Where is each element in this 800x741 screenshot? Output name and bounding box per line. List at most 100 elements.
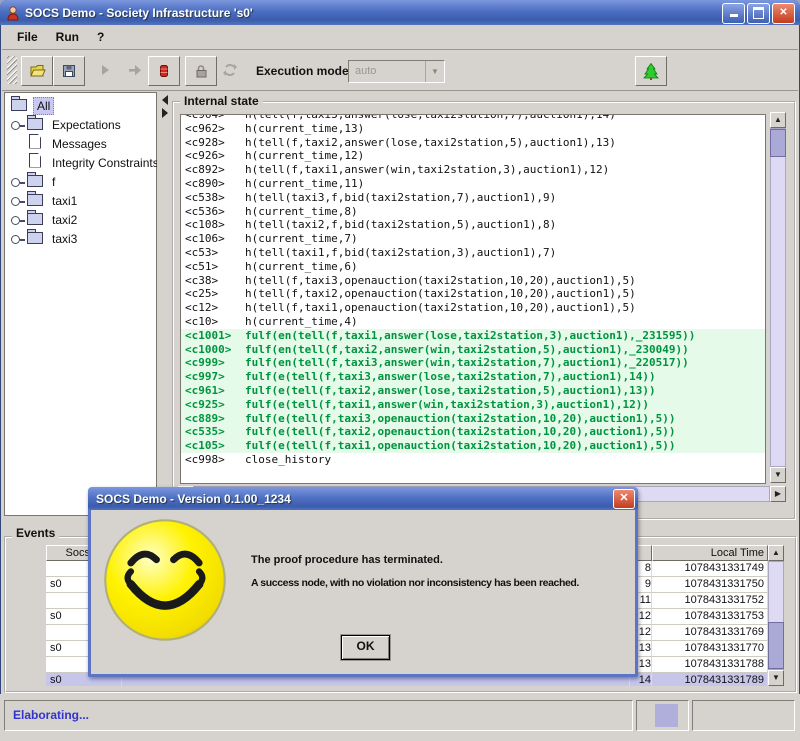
constraint-text: h(tell(f,taxi1,answer(win,taxi2station,3…	[245, 163, 609, 177]
tree-view-button[interactable]	[635, 56, 667, 86]
step-forward-icon	[127, 62, 143, 78]
tree-item[interactable]: Messages	[5, 134, 156, 153]
close-button[interactable]: ✕	[772, 3, 795, 24]
internal-state-line: <c997> fulf(e(tell(f,taxi3,answer(lose,t…	[181, 370, 765, 384]
constraint-text: fulf(e(tell(f,taxi2,openauction(taxi2sta…	[245, 425, 675, 439]
execution-mode-value: auto	[349, 61, 425, 82]
cell-localtime: 1078431331769	[652, 625, 768, 641]
internal-state-line: <c925> fulf(e(tell(f,taxi1,answer(win,ta…	[181, 398, 765, 412]
tree-expand-handle-icon[interactable]	[9, 156, 27, 170]
tree-item-label: taxi2	[49, 212, 80, 228]
tree-node-icon	[27, 156, 44, 170]
events-scroll-thumb[interactable]	[768, 622, 784, 669]
menu-item[interactable]: Run	[47, 28, 88, 46]
tree-item[interactable]: Integrity Constraints	[5, 153, 156, 172]
split-divider[interactable]	[157, 92, 172, 516]
column-header-localtime[interactable]: Local Time	[652, 545, 768, 561]
internal-state-line: <c12> h(tell(f,taxi1,openauction(taxi2st…	[181, 301, 765, 315]
step-button[interactable]	[120, 56, 150, 84]
dialog: SOCS Demo - Version 0.1.00_1234 ✕	[88, 487, 638, 677]
minimize-button[interactable]	[722, 3, 745, 24]
constraint-text: h(tell(f,taxi1,openauction(taxi2station,…	[245, 301, 636, 315]
internal-state-title: Internal state	[180, 94, 263, 108]
scroll-right-button[interactable]: ▶	[770, 486, 786, 502]
constraint-id: <c106>	[181, 232, 245, 246]
tree-expand-handle-icon[interactable]	[9, 118, 27, 132]
constraint-text: h(current_time,11)	[245, 177, 364, 191]
internal-state-line: <c106> h(current_time,7)	[181, 232, 765, 246]
refresh-icon	[222, 62, 238, 78]
constraint-id: <c10>	[181, 315, 245, 329]
events-scroll-up-button[interactable]: ▲	[768, 545, 784, 561]
internal-state-textarea[interactable]: <c964> h(tell(f,taxi3,answer(lose,taxi2s…	[180, 114, 766, 484]
tree-item-label: Integrity Constraints	[49, 155, 162, 171]
play-button[interactable]	[90, 56, 120, 84]
tree-expand-handle-icon[interactable]	[9, 194, 27, 208]
tree-expand-handle-icon[interactable]	[9, 137, 27, 151]
tree-node-icon	[27, 232, 44, 246]
vertical-scroll-track[interactable]	[770, 128, 786, 467]
execution-mode-select[interactable]: auto ▼	[348, 60, 445, 83]
constraint-text: h(current_time,6)	[245, 260, 358, 274]
tree-expand-handle-icon[interactable]	[9, 213, 27, 227]
stop-button[interactable]	[148, 56, 180, 86]
constraint-text: h(tell(taxi3,f,bid(taxi2station,7),aucti…	[245, 191, 556, 205]
ok-button[interactable]: OK	[341, 635, 390, 660]
constraint-id: <c890>	[181, 177, 245, 191]
constraint-text: h(tell(f,taxi2,answer(lose,taxi2station,…	[245, 136, 616, 150]
tree-item[interactable]: f	[5, 172, 156, 191]
dialog-title-bar[interactable]: SOCS Demo - Version 0.1.00_1234 ✕	[88, 487, 638, 510]
scroll-up-button[interactable]: ▲	[770, 112, 786, 128]
maximize-button[interactable]	[747, 3, 770, 24]
collapse-right-icon[interactable]	[162, 108, 168, 118]
cell-localtime: 1078431331789	[652, 673, 768, 686]
tree-item[interactable]: taxi3	[5, 229, 156, 248]
constraint-id: <c1000>	[181, 343, 245, 357]
dialog-close-button[interactable]: ✕	[613, 489, 635, 509]
collapse-left-icon[interactable]	[162, 95, 168, 105]
save-button[interactable]	[53, 56, 85, 86]
internal-state-line: <c536> h(current_time,8)	[181, 205, 765, 219]
constraint-id: <c535>	[181, 425, 245, 439]
tree-item-label: Expectations	[49, 117, 124, 133]
menu-item[interactable]: ?	[88, 28, 113, 46]
tree-item[interactable]: All	[5, 96, 156, 115]
constraint-text: fulf(e(tell(f,taxi1,openauction(taxi2sta…	[245, 439, 675, 453]
constraint-text: fulf(en(tell(f,taxi1,answer(lose,taxi2st…	[245, 329, 695, 343]
constraint-id: <c12>	[181, 301, 245, 315]
constraint-text: h(tell(taxi2,f,bid(taxi2station,5),aucti…	[245, 218, 556, 232]
tree-item[interactable]: taxi1	[5, 191, 156, 210]
status-message-panel: Elaborating...	[4, 700, 633, 731]
menu-item[interactable]: File	[8, 28, 47, 46]
constraint-text: h(current_time,12)	[245, 149, 364, 163]
events-scroll-down-button[interactable]: ▼	[768, 670, 784, 686]
open-button[interactable]	[21, 56, 53, 86]
tree-node-icon	[27, 175, 44, 189]
tree-item[interactable]: taxi2	[5, 210, 156, 229]
scroll-down-button[interactable]: ▼	[770, 467, 786, 483]
tree-item-label: taxi3	[49, 231, 80, 247]
refresh-button[interactable]	[215, 56, 245, 84]
tree-expand-handle-icon[interactable]	[9, 175, 27, 189]
internal-state-line: <c51> h(current_time,6)	[181, 260, 765, 274]
constraint-text: h(current_time,7)	[245, 232, 358, 246]
internal-state-line: <c25> h(tell(f,taxi2,openauction(taxi2st…	[181, 287, 765, 301]
toolbar-drag-handle[interactable]	[7, 56, 17, 84]
tree-node-icon	[27, 118, 44, 132]
title-bar[interactable]: SOCS Demo - Society Infrastructure 's0' …	[0, 0, 800, 25]
tree-node-icon	[27, 194, 44, 208]
internal-state-line: <c53> h(tell(taxi1,f,bid(taxi2station,3)…	[181, 246, 765, 260]
cell-localtime: 1078431331770	[652, 641, 768, 657]
dialog-body: The proof procedure has terminated. A su…	[91, 510, 635, 674]
menu-bar: FileRun?	[2, 25, 798, 50]
vertical-scroll-thumb[interactable]	[770, 129, 786, 157]
tree-expand-handle-icon[interactable]	[9, 232, 27, 246]
internal-state-line: <c962> h(current_time,13)	[181, 122, 765, 136]
constraint-id: <c25>	[181, 287, 245, 301]
constraint-text: h(tell(taxi1,f,bid(taxi2station,3),aucti…	[245, 246, 556, 260]
lock-button[interactable]	[185, 56, 217, 86]
tree-item[interactable]: Expectations	[5, 115, 156, 134]
constraint-text: fulf(e(tell(f,taxi2,answer(lose,taxi2sta…	[245, 384, 656, 398]
constraint-id: <c51>	[181, 260, 245, 274]
internal-state-line: <c889> fulf(e(tell(f,taxi3,openauction(t…	[181, 412, 765, 426]
